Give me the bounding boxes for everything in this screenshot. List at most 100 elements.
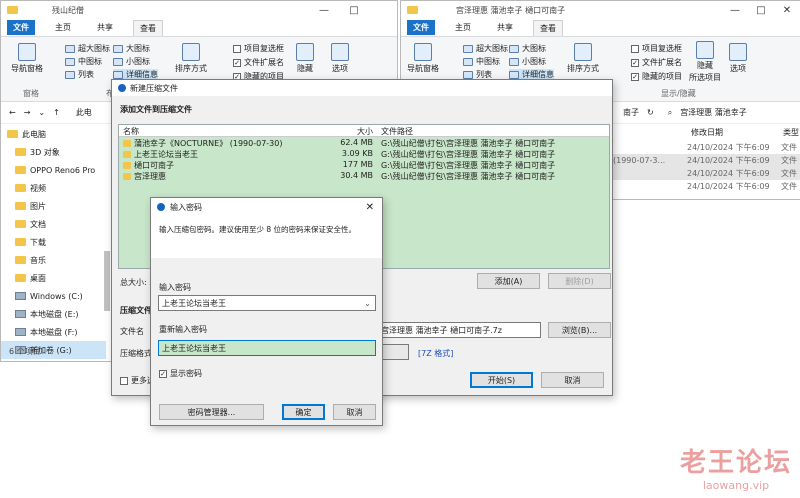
browse-button[interactable]: 浏览(B)... [548,322,611,338]
list-item[interactable]: 宫泽理惠 30.4 MB G:\残山纪僧\打包\宫泽理惠 蒲池幸子 樋口可南子 [119,171,609,182]
chevron-down-icon[interactable]: ⌄ [364,299,371,308]
close-button[interactable]: ✕ [774,1,800,19]
start-button[interactable]: 开始(S) [470,372,533,388]
tab-file[interactable]: 文件 [407,20,435,35]
sidebar-item[interactable]: 图片 [1,197,106,215]
file-path: G:\残山纪僧\打包\宫泽理惠 蒲池幸子 樋口可南子 [381,172,556,181]
tab-view[interactable]: 查看 [533,19,563,36]
checkbox[interactable] [631,44,639,53]
layout-icon [463,44,473,53]
layout-list[interactable]: 列表 [65,69,94,80]
checkbox[interactable]: ✓ [159,369,167,378]
layout-large[interactable]: 大图标 [113,43,150,54]
tab-view[interactable]: 查看 [133,19,163,36]
checkbox[interactable]: ✓ [233,58,241,67]
item-checkbox-option[interactable]: 项目复选框 [631,43,682,54]
forward-icon[interactable]: → [24,108,31,117]
tab-file[interactable]: 文件 [7,20,35,35]
cancel-button[interactable]: 取消 [333,404,376,420]
checkbox[interactable]: ✓ [631,72,639,81]
search-box-text[interactable]: 宫泽理惠 蒲池幸子 [680,107,747,118]
table-row[interactable]: 24/10/2024 下午6:09 文件 [613,167,800,180]
nav-pane-button[interactable]: 导航窗格 [407,43,439,74]
table-row[interactable]: 24/10/2024 下午6:09 文件 [613,141,800,154]
layout-label: 小图标 [522,57,546,66]
layout-xl[interactable]: 超大图标 [65,43,110,54]
maximize-button[interactable]: □ [748,1,774,19]
tab-home[interactable]: 主页 [449,20,477,35]
filename-label: 文件名 [120,327,144,336]
sidebar-item[interactable]: 新加卷 (H:) [1,359,106,361]
sort-button[interactable]: 排序方式 [175,43,207,74]
checkbox[interactable] [233,44,241,53]
sidebar-item[interactable]: 音乐 [1,251,106,269]
cancel-button[interactable]: 取消 [541,372,604,388]
repeat-password-input[interactable]: 上老王论坛当老王 [158,340,376,356]
layout-medium[interactable]: 中图标 [463,56,500,67]
layout-large[interactable]: 大图标 [509,43,546,54]
col-name[interactable]: 名称 [123,126,139,137]
hide-button[interactable]: 隐藏 所选项目 [689,41,721,83]
nav-pane-button[interactable]: 导航窗格 [11,43,43,74]
close-icon[interactable]: ✕ [366,202,374,213]
checkbox[interactable]: ✓ [631,58,639,67]
list-item[interactable]: 樋口可南子 177 MB G:\残山纪僧\打包\宫泽理惠 蒲池幸子 樋口可南子 [119,160,609,171]
password-manager-button[interactable]: 密码管理器... [159,404,264,420]
sidebar-item-label: 文档 [30,219,46,229]
options-button[interactable]: 选项 [729,43,747,74]
minimize-button[interactable]: — [722,1,748,19]
layout-icon [509,57,519,66]
search-icon[interactable]: ⌕ [668,108,672,118]
column-header-type[interactable]: 类型 [783,127,799,138]
layout-small[interactable]: 小图标 [509,56,546,67]
sidebar-item[interactable]: 3D 对象 [1,143,106,161]
layout-xl[interactable]: 超大图标 [463,43,508,54]
checkbox[interactable] [120,376,128,385]
col-path[interactable]: 文件路径 [381,126,413,137]
sidebar-item[interactable]: 此电脑 [1,125,106,143]
sidebar-item[interactable]: 视频 [1,179,106,197]
sidebar-item[interactable]: 本地磁盘 (F:) [1,323,106,341]
show-password-option[interactable]: ✓ 显示密码 [159,368,202,379]
remove-button[interactable]: 删除(D) [548,273,611,289]
list-item[interactable]: 蒲池幸子《NOCTURNE》 (1990-07-30) 62.4 MB G:\残山纪… [119,138,609,149]
hidden-option[interactable]: ✓ 隐藏的项目 [631,71,682,82]
archive-rows: 蒲池幸子《NOCTURNE》 (1990-07-30) 62.4 MB G:\残山纪… [119,138,609,182]
tab-share[interactable]: 共享 [491,20,519,35]
tab-home[interactable]: 主页 [49,20,77,35]
filename-field[interactable]: 宫泽理惠 蒲池幸子 樋口可南子.7z [377,322,541,338]
sidebar-item[interactable]: 下载 [1,233,106,251]
scrollbar[interactable] [104,251,110,311]
sort-button[interactable]: 排序方式 [567,43,599,74]
sidebar-item[interactable]: 桌面 [1,269,106,287]
format-link[interactable]: [7Z 格式] [418,348,453,359]
tab-share[interactable]: 共享 [91,20,119,35]
ok-button[interactable]: 确定 [282,404,325,420]
item-checkbox-option[interactable]: 项目复选框 [233,43,284,54]
ext-option[interactable]: ✓ 文件扩展名 [233,57,284,68]
refresh-icon[interactable]: ↻ [647,108,654,117]
sidebar-item[interactable]: Windows (C:) [1,287,106,305]
maximize-button[interactable]: □ [341,1,367,19]
col-size[interactable]: 大小 [357,126,373,137]
hide-button[interactable]: 隐藏 [296,43,314,74]
dropdown-icon[interactable]: ⌄ [38,108,45,117]
up-icon[interactable]: ↑ [53,108,60,117]
drive-icon [15,310,26,318]
table-row[interactable]: (1990-07-3... 24/10/2024 下午6:09 文件 [613,154,800,167]
table-row[interactable]: 24/10/2024 下午6:09 文件 [613,180,800,193]
add-button[interactable]: 添加(A) [477,273,540,289]
password-input[interactable]: 上老王论坛当老王 ⌄ [158,295,376,311]
layout-medium[interactable]: 中图标 [65,56,102,67]
sidebar-item[interactable]: 本地磁盘 (E:) [1,305,106,323]
list-item[interactable]: 上老王论坛当老王 3.09 KB G:\残山纪僧\打包\宫泽理惠 蒲池幸子 樋口可南… [119,149,609,160]
sidebar-item[interactable]: 文档 [1,215,106,233]
address-path[interactable]: 此电 [76,107,92,118]
minimize-button[interactable]: — [311,1,337,19]
sidebar-item[interactable]: OPPO Reno6 Pro [1,161,106,179]
column-header-date[interactable]: 修改日期 [691,127,723,138]
options-button[interactable]: 选项 [331,43,349,74]
layout-small[interactable]: 小图标 [113,56,150,67]
back-icon[interactable]: ← [9,108,16,117]
ext-option[interactable]: ✓ 文件扩展名 [631,57,682,68]
